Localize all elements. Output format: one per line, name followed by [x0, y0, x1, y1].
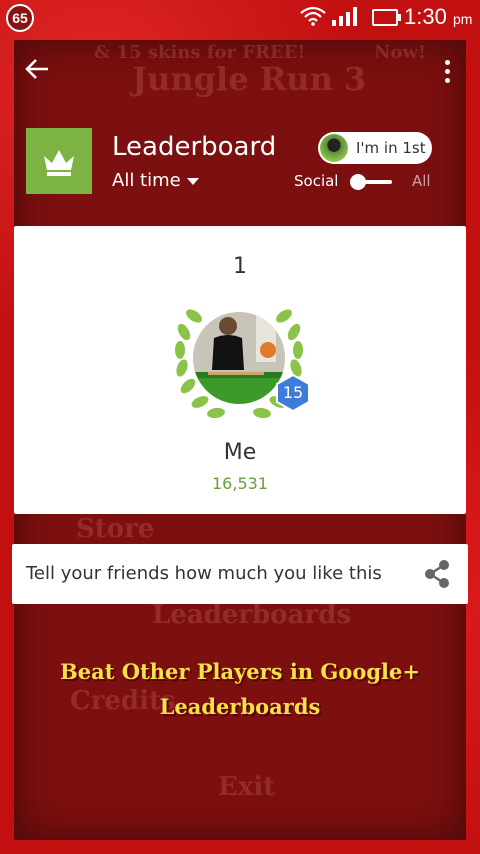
player-card[interactable]: 1 15 Me 16,531 [14, 226, 466, 514]
more-vert-icon[interactable] [436, 58, 458, 88]
promo-line-1: Beat Other Players in Google+ [60, 659, 420, 684]
wifi-icon [300, 6, 326, 26]
player-score: 16,531 [212, 474, 268, 493]
battery-icon [372, 9, 401, 26]
ghost-menu-leaderboards: Leaderboards [152, 600, 351, 630]
promo-line-2: Leaderboards [159, 694, 321, 719]
my-rank-pill[interactable]: I'm in 1st [318, 132, 432, 164]
arrow-back-glyph [25, 59, 48, 79]
share-prompt: Tell your friends how much you like this [26, 563, 382, 584]
status-bar: 65 1:30 pm [0, 0, 480, 34]
caret-down-icon [186, 177, 199, 185]
social-all-toggle[interactable] [350, 174, 392, 190]
my-rank-label: I'm in 1st [356, 139, 426, 157]
level-number: 15 [282, 383, 304, 402]
clock-time: 1:30 [404, 4, 447, 29]
ghost-game-title: Jungle Run 3 [132, 60, 367, 98]
clock-suffix: pm [452, 11, 473, 27]
clock: 1:30 pm [404, 4, 472, 30]
share-icon[interactable] [422, 558, 452, 590]
leaderboard-title: Leaderboard [112, 132, 277, 162]
notification-count-badge: 65 [6, 4, 34, 32]
mini-avatar [320, 134, 348, 162]
share-bar[interactable]: Tell your friends how much you like this [12, 544, 468, 604]
signal-icon [332, 7, 357, 26]
promo-caption: Beat Other Players in Google+ Leaderboar… [0, 654, 480, 724]
ghost-menu-exit: Exit [218, 772, 276, 802]
time-filter-dropdown[interactable]: All time [112, 170, 199, 191]
level-badge: 15 [276, 373, 310, 413]
ghost-menu-store: Store [76, 514, 155, 544]
ghost-banner-right: Now! [374, 42, 426, 63]
time-filter-label: All time [112, 170, 181, 191]
arrow-back-icon[interactable] [24, 56, 54, 86]
all-label: All [412, 172, 431, 190]
player-name: Me [223, 440, 257, 465]
player-rank: 1 [233, 254, 247, 279]
social-label: Social [294, 172, 339, 190]
toggle-knob [350, 174, 366, 190]
crown-icon [26, 128, 92, 194]
